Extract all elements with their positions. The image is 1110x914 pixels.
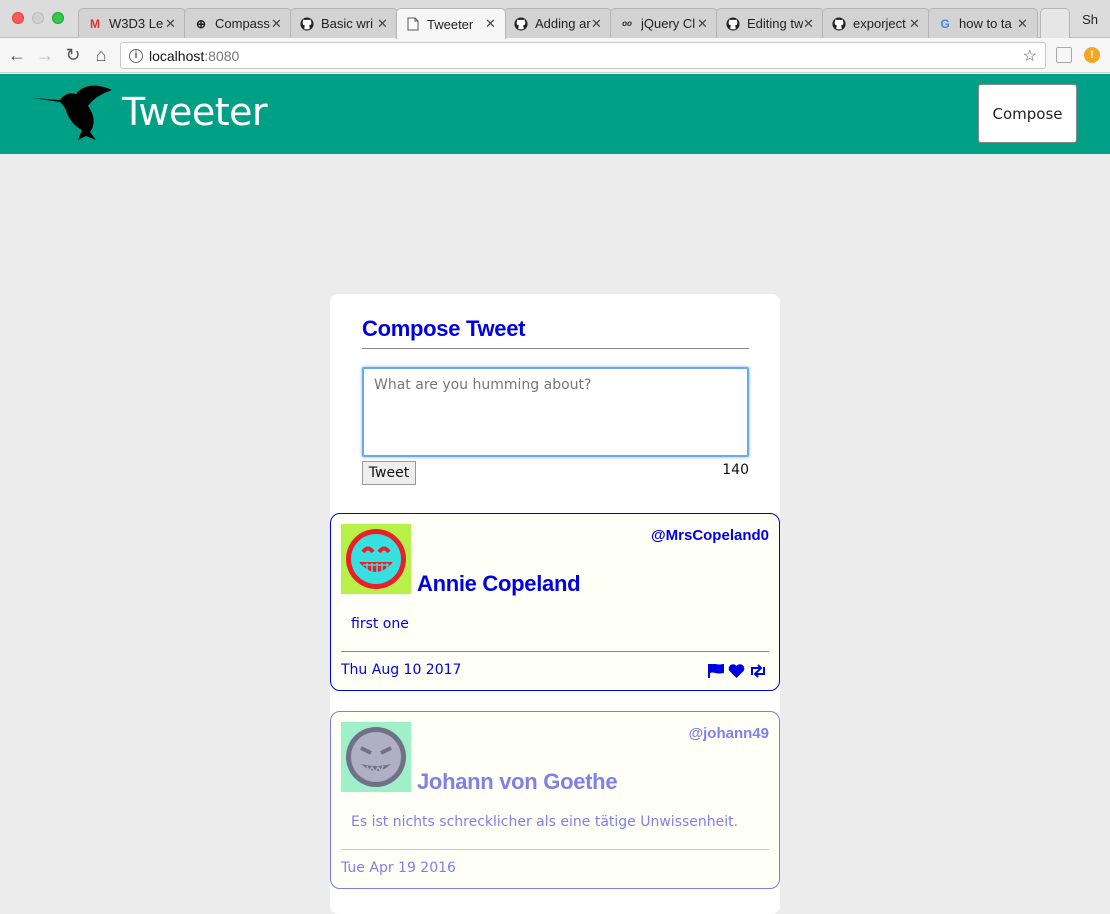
url-host: localhost (149, 47, 205, 64)
reload-icon[interactable]: ↻ (62, 44, 84, 66)
google-icon: G (940, 16, 950, 31)
browser-tab[interactable]: oo jQuery Cl ✕ (610, 8, 718, 38)
browser-tab[interactable]: G how to ta ✕ (928, 8, 1038, 38)
github-icon (513, 16, 529, 32)
profile-label[interactable]: Sh (1082, 12, 1098, 27)
tweet-textarea[interactable] (362, 367, 749, 457)
cast-icon[interactable] (1056, 47, 1072, 63)
minimize-window-button[interactable] (32, 12, 44, 24)
flag-icon[interactable] (708, 664, 724, 678)
tab-close-icon[interactable]: ✕ (909, 16, 923, 32)
browser-tab[interactable]: Adding ar ✕ (504, 8, 612, 38)
brand-title[interactable]: Tweeter (122, 90, 268, 134)
warning-icon[interactable]: ! (1084, 47, 1100, 63)
avatar (341, 524, 411, 594)
browser-tab[interactable]: M W3D3 Le ✕ (78, 8, 186, 38)
browser-tab-active[interactable]: Tweeter ✕ (396, 8, 506, 39)
forward-icon[interactable]: → (34, 44, 56, 66)
browser-tab-bar: M W3D3 Le ✕ ⊕ Compass ✕ Basic wri ✕ Twee… (0, 0, 1110, 39)
tweet-date: Tue Apr 19 2016 (341, 860, 456, 876)
main-container: Compose Tweet Tweet 140 Annie Copeland @… (330, 294, 780, 914)
browser-tab[interactable]: ⊕ Compass ✕ (184, 8, 292, 38)
document-icon (405, 16, 421, 32)
char-counter: 140 (722, 462, 749, 478)
jquery-icon: oo (622, 19, 632, 28)
address-bar: ← → ↻ ⌂ i localhost:8080 ☆ ! (0, 38, 1110, 73)
tab-close-icon[interactable]: ✕ (271, 16, 285, 32)
tweet-author-name: Annie Copeland (417, 571, 581, 596)
tweet-body: first one (351, 616, 409, 632)
compass-icon: ⊕ (195, 16, 207, 31)
github-icon (831, 16, 847, 32)
bookmark-star-icon[interactable]: ☆ (1023, 46, 1037, 66)
compose-button[interactable]: Compose (978, 84, 1077, 143)
tweet-date: Thu Aug 10 2017 (341, 662, 462, 678)
tab-close-icon[interactable]: ✕ (803, 16, 817, 32)
browser-tab[interactable]: Basic wri ✕ (290, 8, 398, 38)
tweet-actions (708, 664, 767, 678)
tab-close-icon[interactable]: ✕ (165, 16, 179, 32)
app-header: Tweeter Compose (0, 74, 1110, 154)
info-icon[interactable]: i (129, 48, 143, 63)
tweet-divider (341, 849, 769, 850)
github-icon (299, 16, 315, 32)
maximize-window-button[interactable] (52, 12, 64, 24)
compose-title: Compose Tweet (362, 316, 749, 349)
tweet-submit-button[interactable]: Tweet (362, 461, 416, 485)
tweet-author-name: Johann von Goethe (417, 769, 618, 794)
tweet-body: Es ist nichts schrecklicher als eine tät… (351, 814, 739, 830)
new-tab-button[interactable] (1040, 8, 1070, 38)
retweet-icon[interactable] (749, 664, 767, 678)
url-port: :8080 (204, 47, 240, 64)
avatar (341, 722, 411, 792)
tweet-card: Johann von Goethe @johann49 Es ist nicht… (330, 711, 780, 889)
browser-tab[interactable]: exporject ✕ (822, 8, 930, 38)
github-icon (725, 16, 741, 32)
url-field[interactable]: i localhost:8080 ☆ (120, 42, 1046, 69)
home-icon[interactable]: ⌂ (90, 44, 112, 66)
tab-close-icon[interactable]: ✕ (377, 16, 391, 32)
tab-close-icon[interactable]: ✕ (485, 16, 499, 32)
hummingbird-logo-icon (32, 85, 112, 140)
tweet-author-handle: @MrsCopeland0 (651, 527, 769, 544)
heart-icon[interactable] (728, 664, 745, 678)
tab-close-icon[interactable]: ✕ (1017, 16, 1031, 32)
close-window-button[interactable] (12, 12, 24, 24)
gmail-icon: M (90, 16, 100, 31)
browser-tab[interactable]: Editing tw ✕ (716, 8, 824, 38)
tweet-author-handle: @johann49 (688, 725, 769, 742)
tweet-card: Annie Copeland @MrsCopeland0 first one T… (330, 513, 780, 691)
tab-close-icon[interactable]: ✕ (591, 16, 605, 32)
tab-close-icon[interactable]: ✕ (697, 16, 711, 32)
compose-section: Compose Tweet Tweet 140 (362, 316, 749, 485)
back-icon[interactable]: ← (6, 44, 28, 66)
tweet-divider (341, 651, 769, 652)
